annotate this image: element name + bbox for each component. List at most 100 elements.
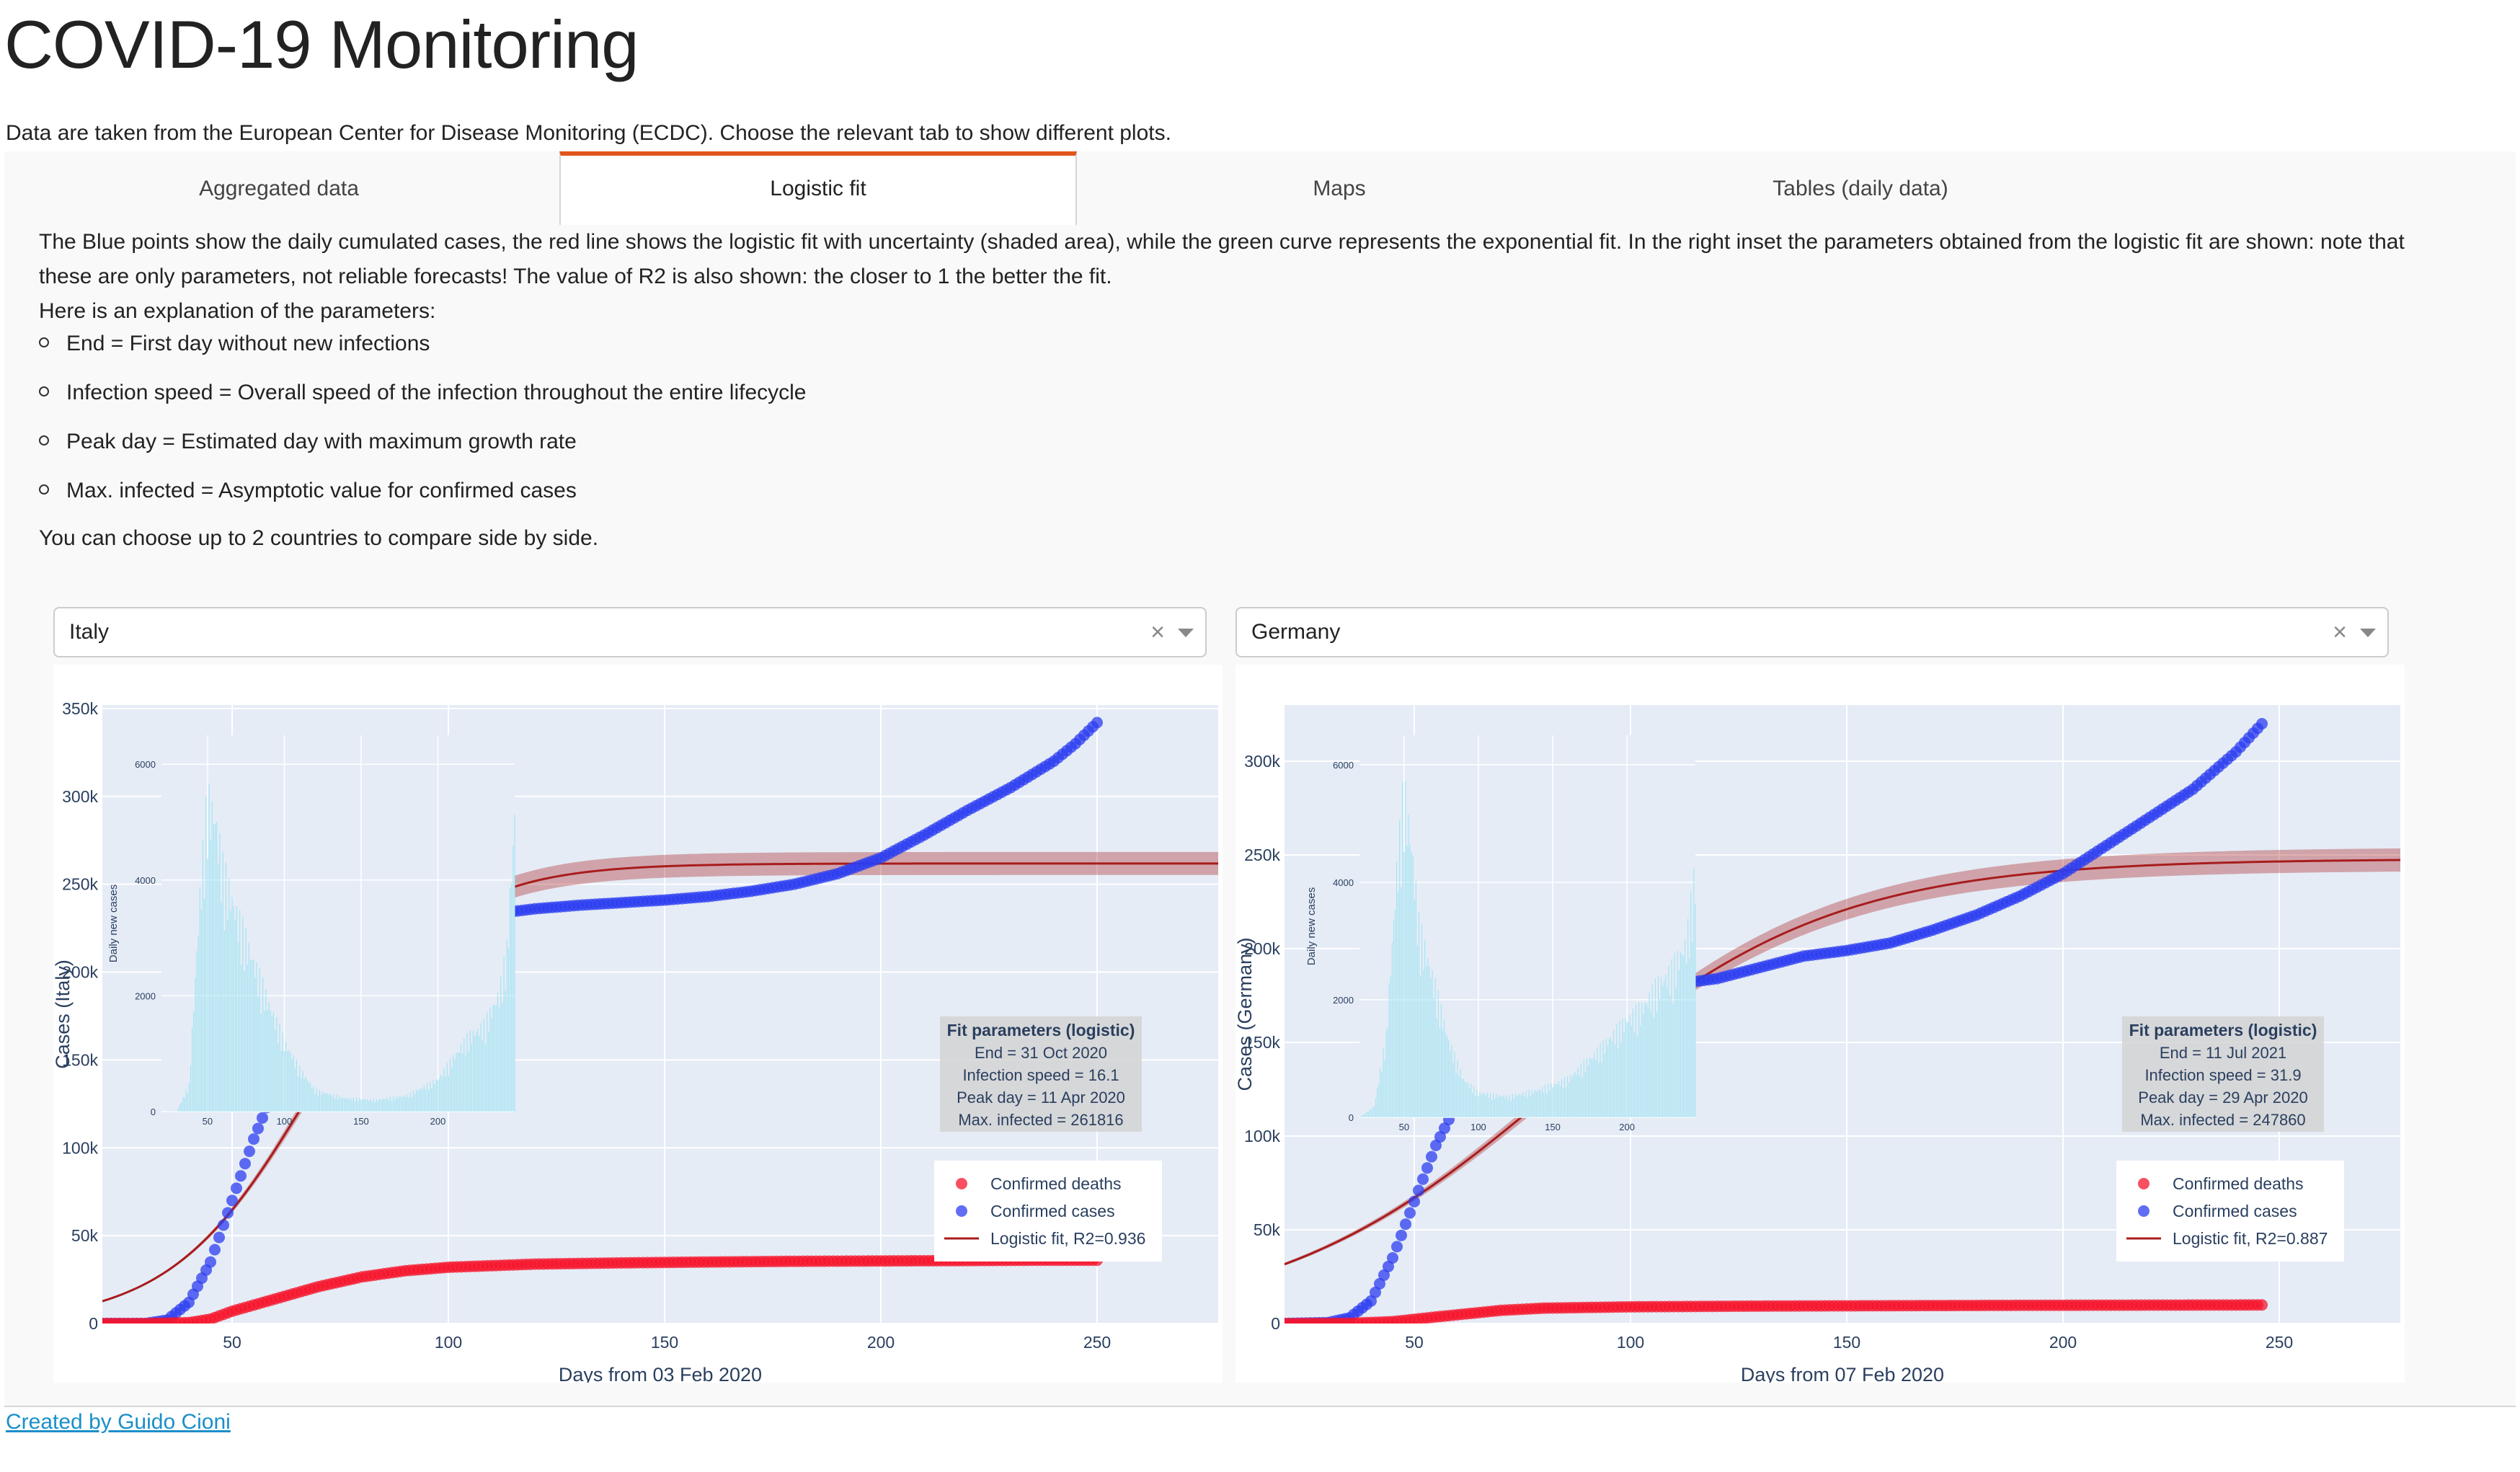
- inset-bar: [343, 1098, 345, 1112]
- clear-icon[interactable]: ×: [2333, 608, 2347, 656]
- country-select-left[interactable]: Italy ×: [53, 607, 1207, 657]
- inset-bar: [1570, 1075, 1571, 1117]
- tab-logistic-fit[interactable]: Logistic fit: [559, 151, 1077, 225]
- inset-bar: [408, 1097, 409, 1112]
- inset-bar: [253, 959, 254, 1112]
- inset-bar: [514, 815, 515, 1112]
- inset-y-tick-label: 2000: [1333, 995, 1354, 1006]
- inset-bar: [334, 1099, 336, 1112]
- inset-bar: [1481, 1094, 1482, 1117]
- chart-italy: 50 100 150 200 250 0 50k 100k 150k 200k 250k 300k 35…: [52, 665, 1223, 1385]
- inset-bar: [215, 823, 216, 1112]
- chart-germany: 50 100 150 200 250 0 50k 100k 150k 200k 250k 300k Da…: [1234, 665, 2405, 1385]
- inset-bar: [299, 1065, 301, 1112]
- inset-bar: [223, 931, 225, 1112]
- cases-point: [257, 1112, 268, 1124]
- inset-bar: [371, 1101, 373, 1112]
- y-tick-label: 50k: [1254, 1220, 1281, 1239]
- inset-bar: [1483, 1093, 1485, 1117]
- inset-bar: [1463, 1078, 1464, 1117]
- x-tick-label: 100: [1617, 1333, 1644, 1352]
- inset-bar: [306, 1080, 308, 1112]
- inset-bar: [472, 1030, 474, 1112]
- daily-cases-inset: 50 100 150 2000200040006000Daily new cases: [107, 735, 515, 1127]
- inset-bar: [1689, 958, 1690, 1117]
- inset-bar: [187, 1093, 188, 1112]
- inset-bar: [1591, 1058, 1592, 1117]
- inset-y-axis-title: Daily new cases: [107, 884, 120, 962]
- inset-bar: [265, 989, 267, 1112]
- inset-y-axis-title: Daily new cases: [1305, 887, 1318, 965]
- bullet-circle-icon: [39, 435, 49, 446]
- legend-label: Confirmed deaths: [2173, 1174, 2304, 1193]
- inset-bar: [366, 1099, 368, 1112]
- inset-bar: [1372, 1107, 1374, 1117]
- inset-bar: [294, 1068, 296, 1112]
- inset-bar: [449, 1058, 451, 1112]
- inset-bar: [1641, 1003, 1643, 1117]
- inset-bar: [1628, 1021, 1629, 1117]
- tab-tables[interactable]: Tables (daily data): [1602, 151, 2119, 223]
- inset-bar: [1546, 1094, 1548, 1117]
- inset-bar: [1553, 1083, 1555, 1117]
- inset-bar: [245, 928, 247, 1112]
- inset-bar: [340, 1098, 342, 1112]
- inset-bar: [1640, 1025, 1641, 1117]
- inset-bar: [1500, 1096, 1501, 1117]
- description: The Blue points show the daily cumulated…: [39, 225, 2439, 329]
- y-tick-label: 300k: [1244, 752, 1280, 771]
- inset-bar: [1362, 1115, 1363, 1117]
- cases-point: [1426, 1150, 1437, 1163]
- country-select-right[interactable]: Germany ×: [1235, 607, 2389, 657]
- inset-bar: [1514, 1094, 1517, 1117]
- inset-bar: [386, 1097, 388, 1112]
- inset-bar: [1633, 1032, 1635, 1117]
- inset-bar: [1469, 1088, 1470, 1117]
- inset-bar: [1509, 1094, 1510, 1117]
- chevron-down-icon[interactable]: [2360, 629, 2376, 637]
- inset-bar: [1682, 956, 1685, 1117]
- inset-bar: [1381, 1072, 1383, 1117]
- inset-bar: [1654, 978, 1656, 1117]
- tab-maps[interactable]: Maps: [1077, 151, 1602, 223]
- inset-bar: [1589, 1058, 1591, 1117]
- inset-bar: [337, 1099, 339, 1112]
- inset-bar: [1687, 918, 1689, 1117]
- author-link[interactable]: Created by Guido Cioni: [6, 1410, 231, 1435]
- inset-bar: [1486, 1093, 1488, 1117]
- inset-bar: [393, 1096, 394, 1112]
- inset-bar: [1494, 1099, 1496, 1117]
- inset-bar: [446, 1063, 448, 1112]
- inset-bar: [1644, 1003, 1646, 1117]
- inset-bar: [365, 1099, 366, 1112]
- inset-bar: [1378, 1083, 1380, 1117]
- cases-point: [1413, 1184, 1424, 1197]
- inset-bar: [492, 1005, 494, 1112]
- inset-bar: [1616, 1024, 1618, 1117]
- inset-bar: [279, 1024, 280, 1112]
- inset-bar: [394, 1099, 396, 1112]
- bullet-item: End = First day without new infections: [39, 332, 430, 356]
- inset-bar: [440, 1074, 442, 1112]
- inset-bar: [423, 1085, 425, 1112]
- inset-bar: [489, 1007, 491, 1112]
- inset-bar: [1454, 1051, 1455, 1117]
- clear-icon[interactable]: ×: [1150, 608, 1165, 656]
- cases-point: [205, 1256, 216, 1268]
- inset-bar: [471, 1043, 472, 1112]
- inset-bar: [1360, 1116, 1362, 1117]
- inset-bar: [303, 1078, 305, 1112]
- inset-bar: [231, 897, 233, 1112]
- inset-bar: [491, 1018, 492, 1112]
- inset-bar: [1512, 1094, 1513, 1117]
- inset-bar: [1532, 1094, 1534, 1117]
- inset-bar: [360, 1099, 362, 1112]
- x-axis-title: Days from 03 Feb 2020: [559, 1364, 762, 1383]
- inset-bar: [336, 1094, 337, 1112]
- inset-bar: [1595, 1060, 1597, 1117]
- inset-bar: [270, 1010, 271, 1112]
- inset-y-tick-label: 6000: [1333, 760, 1354, 771]
- tab-aggregated-data[interactable]: Aggregated data: [4, 151, 554, 223]
- chevron-down-icon[interactable]: [1178, 629, 1194, 637]
- inset-bar: [1528, 1090, 1530, 1117]
